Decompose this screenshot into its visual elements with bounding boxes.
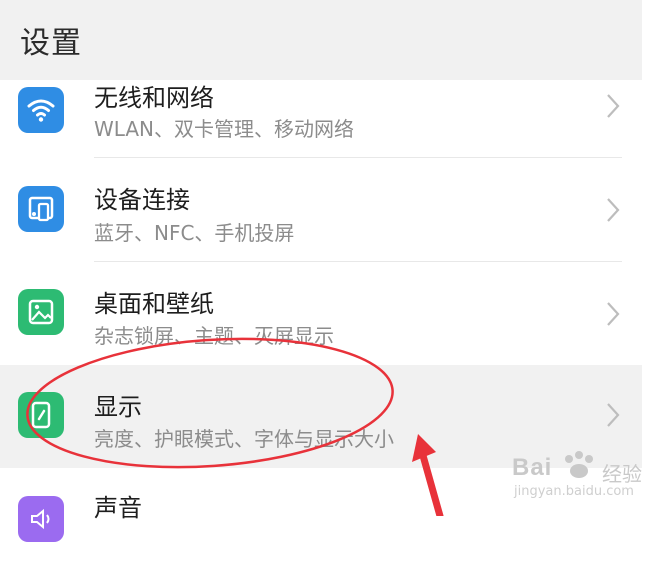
paw-icon (565, 451, 593, 478)
highlight-ellipse (26, 337, 394, 469)
watermark: Bai 经验 jingyan.baidu.com (508, 446, 658, 508)
annotation-overlay (26, 337, 444, 516)
watermark-url: jingyan.baidu.com (514, 484, 634, 499)
watermark-suffix: 经验 (602, 462, 642, 486)
watermark-brand: Bai (512, 454, 553, 481)
annotation-arrow-shaft (418, 448, 444, 516)
